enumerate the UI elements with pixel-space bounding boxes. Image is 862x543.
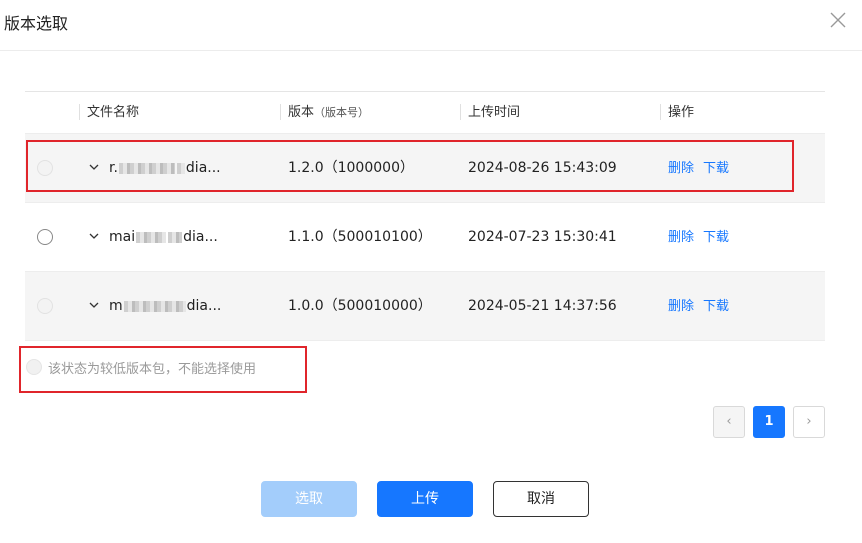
row-radio	[37, 160, 53, 176]
header-divider	[280, 104, 281, 120]
legend-text: 该状态为较低版本包，不能选择使用	[48, 362, 257, 377]
download-link[interactable]: 下载	[703, 161, 729, 176]
expand-chevron-button[interactable]	[88, 161, 100, 173]
file-name-suffix: dia...	[183, 229, 218, 245]
file-name-cell: r. dia...	[109, 134, 221, 203]
close-icon	[830, 12, 846, 28]
pagination-prev-button[interactable]: ‹	[713, 406, 745, 438]
row-radio	[37, 298, 53, 314]
header-divider	[460, 104, 461, 120]
expand-chevron-button[interactable]	[88, 230, 100, 242]
table-row: r. dia... 1.2.0（1000000） 2024-08-26 15:43…	[25, 133, 825, 202]
header-divider	[79, 104, 80, 120]
table-row: m dia... 1.0.0（500010000） 2024-05-21 14:3…	[25, 271, 825, 340]
pagination-page-1[interactable]: 1	[753, 406, 785, 438]
version-table: 文件名称 版本（版本号） 上传时间 操作 r. dia... 1.2.0（1000…	[25, 91, 825, 340]
version-cell: 1.0.0（500010000）	[288, 298, 432, 314]
cancel-button[interactable]: 取消	[493, 481, 589, 517]
chevron-down-icon	[89, 233, 99, 239]
version-cell: 1.1.0（500010100）	[288, 229, 432, 245]
disabled-radio-sample	[26, 359, 42, 375]
redacted-blur	[123, 300, 186, 312]
upload-time-cell: 2024-07-23 15:30:41	[468, 229, 617, 245]
header-file-name: 文件名称	[87, 105, 140, 120]
file-name-cell: mai dia...	[109, 203, 218, 272]
version-cell: 1.2.0（1000000）	[288, 160, 414, 176]
table-header: 文件名称 版本（版本号） 上传时间 操作	[25, 91, 825, 133]
table-row: mai dia... 1.1.0（500010100） 2024-07-23 15…	[25, 202, 825, 271]
delete-link[interactable]: 删除	[668, 299, 694, 314]
file-name-prefix: r.	[109, 160, 118, 176]
redacted-blur	[176, 162, 185, 174]
header-divider	[660, 104, 661, 120]
header-upload-time: 上传时间	[468, 105, 521, 120]
row-radio[interactable]	[37, 229, 53, 245]
redacted-blur	[168, 231, 183, 243]
upload-time-cell: 2024-05-21 14:37:56	[468, 298, 617, 314]
pagination-next-button[interactable]: ›	[793, 406, 825, 438]
file-name-prefix: mai	[109, 229, 136, 245]
redacted-blur	[118, 162, 175, 174]
operations-cell: 删除 下载	[668, 272, 738, 341]
file-name-suffix: dia...	[185, 160, 221, 176]
dialog-title: 版本选取	[4, 14, 69, 33]
chevron-down-icon	[89, 302, 99, 308]
upload-button[interactable]: 上传	[377, 481, 473, 517]
table-bottom-divider	[25, 340, 825, 341]
download-link[interactable]: 下载	[703, 230, 729, 245]
file-name-suffix: dia...	[186, 298, 222, 314]
header-version-sub: （版本号）	[314, 106, 370, 119]
select-button[interactable]: 选取	[261, 481, 357, 517]
redacted-blur	[136, 231, 167, 243]
version-select-dialog: 版本选取 文件名称 版本（版本号） 上传时间 操作 r. dia... 1.2.0…	[0, 0, 862, 543]
dialog-header: 版本选取	[0, 0, 862, 51]
delete-link[interactable]: 删除	[668, 230, 694, 245]
delete-link[interactable]: 删除	[668, 161, 694, 176]
operations-cell: 删除 下载	[668, 203, 738, 272]
file-name-cell: m dia...	[109, 272, 221, 341]
header-operations: 操作	[668, 105, 695, 120]
upload-time-cell: 2024-08-26 15:43:09	[468, 160, 617, 176]
expand-chevron-button[interactable]	[88, 299, 100, 311]
download-link[interactable]: 下载	[703, 299, 729, 314]
file-name-prefix: m	[109, 298, 123, 314]
operations-cell: 删除 下载	[668, 134, 738, 203]
header-version-label: 版本	[288, 105, 315, 120]
close-button[interactable]	[828, 10, 848, 30]
chevron-down-icon	[89, 164, 99, 170]
header-version: 版本（版本号）	[288, 92, 369, 134]
